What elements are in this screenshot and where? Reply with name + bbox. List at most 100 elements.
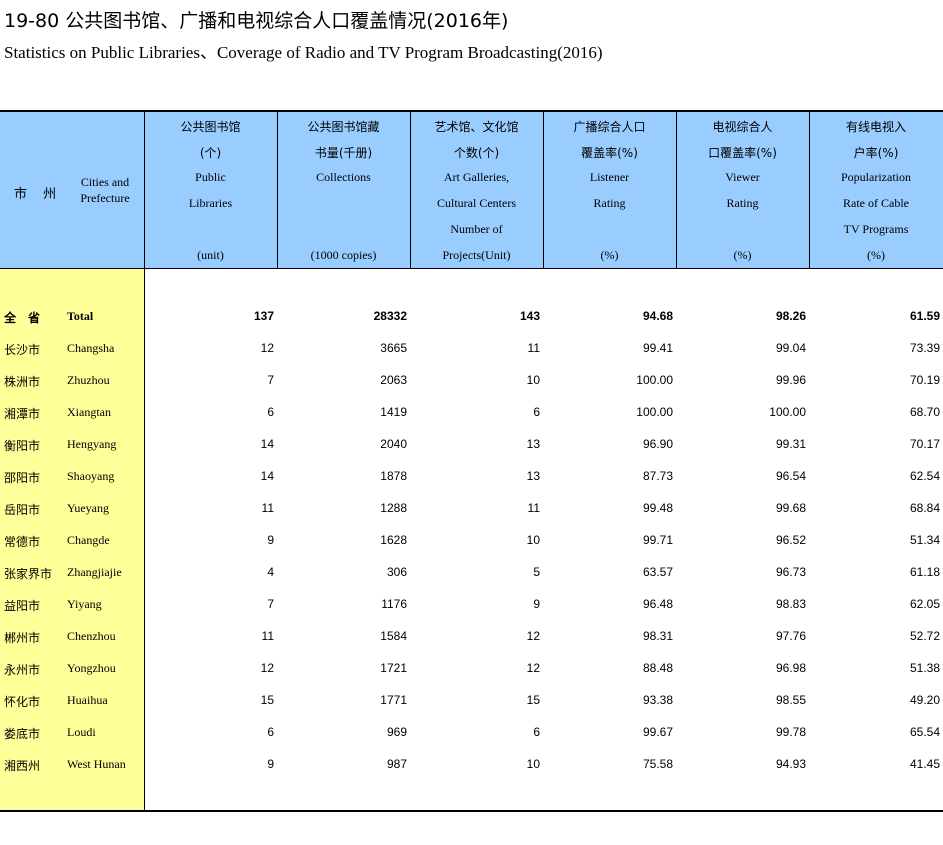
table-row: 怀化市 Huaihua 15 1771 15 93.38 98.55 49.20	[0, 691, 943, 711]
table-cell: 28332	[373, 309, 407, 323]
table-cell: 96.90	[642, 437, 673, 451]
table-cell: 70.19	[909, 373, 940, 387]
column-header-line: Popularization	[841, 170, 911, 184]
table-cell: 13	[526, 469, 540, 483]
table-cell: 70.17	[909, 437, 940, 451]
column-header-line: (%)	[867, 248, 885, 262]
column-header-line: (unit)	[197, 248, 224, 262]
table-cell: 61.18	[909, 565, 940, 579]
table-cell: 6	[267, 405, 274, 419]
table-cell: 96.73	[775, 565, 806, 579]
table-cell: 5	[533, 565, 540, 579]
table-cell: 10	[526, 757, 540, 771]
column-header-line: Art Galleries,	[443, 170, 510, 184]
table-cell: 98.26	[775, 309, 806, 323]
table-cell: 68.84	[909, 501, 940, 515]
table-cell: 97.76	[775, 629, 806, 643]
table-cell: 6	[267, 725, 274, 739]
table-cell: 11	[527, 341, 540, 355]
row-label-english: Hengyang	[67, 437, 117, 451]
column-header-line: (1000 copies)	[310, 248, 377, 262]
table-cell: 94.93	[775, 757, 806, 771]
table-cell: 75.58	[642, 757, 673, 771]
table-cell: 3665	[380, 341, 407, 355]
header-column-border	[676, 112, 677, 268]
row-label-chinese: 衡阳市	[4, 439, 41, 453]
column-header-line: 覆盖率(%)	[581, 146, 638, 160]
row-label-english: Shaoyang	[67, 469, 115, 483]
table-row: 长沙市 Changsha 12 3665 11 99.41 99.04 73.39	[0, 339, 943, 359]
table-cell: 1419	[380, 405, 407, 419]
header-column-border	[543, 112, 544, 268]
table-cell: 2063	[380, 373, 407, 387]
column-header: 电视综合人 口覆盖率(%) Viewer Rating (%)	[676, 112, 809, 268]
column-header-line: 书量(千册)	[314, 146, 373, 160]
table-row: 郴州市 Chenzhou 11 1584 12 98.31 97.76 52.72	[0, 627, 943, 647]
table-cell: 7	[267, 597, 274, 611]
table-cell: 96.48	[642, 597, 673, 611]
table-cell: 15	[260, 693, 274, 707]
table-cell: 306	[386, 565, 407, 579]
table-cell: 98.83	[775, 597, 806, 611]
table-cell: 65.54	[909, 725, 940, 739]
row-label-chinese: 湘潭市	[4, 407, 41, 421]
table-cell: 6	[533, 405, 540, 419]
column-header-line: 广播综合人口	[573, 120, 646, 134]
table-cell: 14	[260, 437, 274, 451]
column-header: 公共图书馆藏 书量(千册) Collections (1000 copies)	[277, 112, 410, 268]
row-label-chinese: 娄底市	[4, 727, 41, 741]
table-cell: 2040	[380, 437, 407, 451]
row-label-chinese: 邵阳市	[4, 471, 41, 485]
row-label-chinese: 株洲市	[4, 375, 41, 389]
row-label-chinese: 益阳市	[4, 599, 41, 613]
header-column-border	[277, 112, 278, 268]
table-cell: 96.52	[775, 533, 806, 547]
table-cell: 51.38	[909, 661, 940, 675]
column-header-line: Cultural Centers	[437, 196, 516, 210]
column-header: 广播综合人口 覆盖率(%) Listener Rating (%)	[543, 112, 676, 268]
column-header-line: Rating	[726, 196, 759, 210]
table-cell: 1176	[381, 597, 407, 611]
table-cell: 1721	[380, 661, 407, 675]
table-cell: 12	[260, 661, 274, 675]
column-header-line: 艺术馆、文化馆	[434, 120, 519, 134]
row-label-english: Yiyang	[67, 597, 102, 611]
table-cell: 73.39	[909, 341, 940, 355]
table-title-chinese: 19-80 公共图书馆、广播和电视综合人口覆盖情况(2016年)	[4, 10, 509, 32]
table-cell: 41.45	[909, 757, 940, 771]
table-cell: 62.05	[909, 597, 940, 611]
row-label-chinese: 湘西州	[4, 759, 41, 773]
table-cell: 61.59	[909, 309, 940, 323]
table-cell: 4	[267, 565, 274, 579]
table-cell: 1628	[380, 533, 407, 547]
row-label-chinese: 永州市	[4, 663, 41, 677]
table-cell: 11	[261, 629, 274, 643]
table-cell: 9	[533, 597, 540, 611]
column-header-line: 户率(%)	[853, 146, 899, 160]
table-cell: 987	[386, 757, 407, 771]
row-label-chinese: 怀化市	[4, 695, 41, 709]
row-label-chinese: 全 省	[4, 311, 41, 325]
row-label-chinese: 郴州市	[4, 631, 41, 645]
column-header-line: 个数(个)	[453, 146, 500, 160]
column-header: 有线电视入 户率(%) Popularization Rate of Cable TV …	[809, 112, 943, 268]
column-header-line: Collections	[316, 170, 371, 184]
row-label-english: Total	[67, 309, 94, 323]
row-label-english: Yongzhou	[67, 661, 116, 675]
table-cell: 99.67	[642, 725, 673, 739]
column-header-line: 公共图书馆藏	[307, 120, 380, 134]
row-label-english: Zhuzhou	[67, 373, 110, 387]
row-label-english: Xiangtan	[67, 405, 111, 419]
column-header-line: Number of	[450, 222, 503, 236]
table-row: 益阳市 Yiyang 7 1176 9 96.48 98.83 62.05	[0, 595, 943, 615]
table-cell: 49.20	[909, 693, 940, 707]
table-row: 娄底市 Loudi 6 969 6 99.67 99.78 65.54	[0, 723, 943, 743]
row-label-chinese: 常德市	[4, 535, 41, 549]
table-row: 衡阳市 Hengyang 14 2040 13 96.90 99.31 70.17	[0, 435, 943, 455]
stub-header-english: Cities and Prefecture	[80, 175, 130, 205]
column-header-line: (%)	[733, 248, 752, 262]
column-header-line: Rating	[593, 196, 626, 210]
table-cell: 96.54	[775, 469, 806, 483]
table-cell: 99.71	[642, 533, 673, 547]
table-cell: 100.00	[636, 373, 673, 387]
